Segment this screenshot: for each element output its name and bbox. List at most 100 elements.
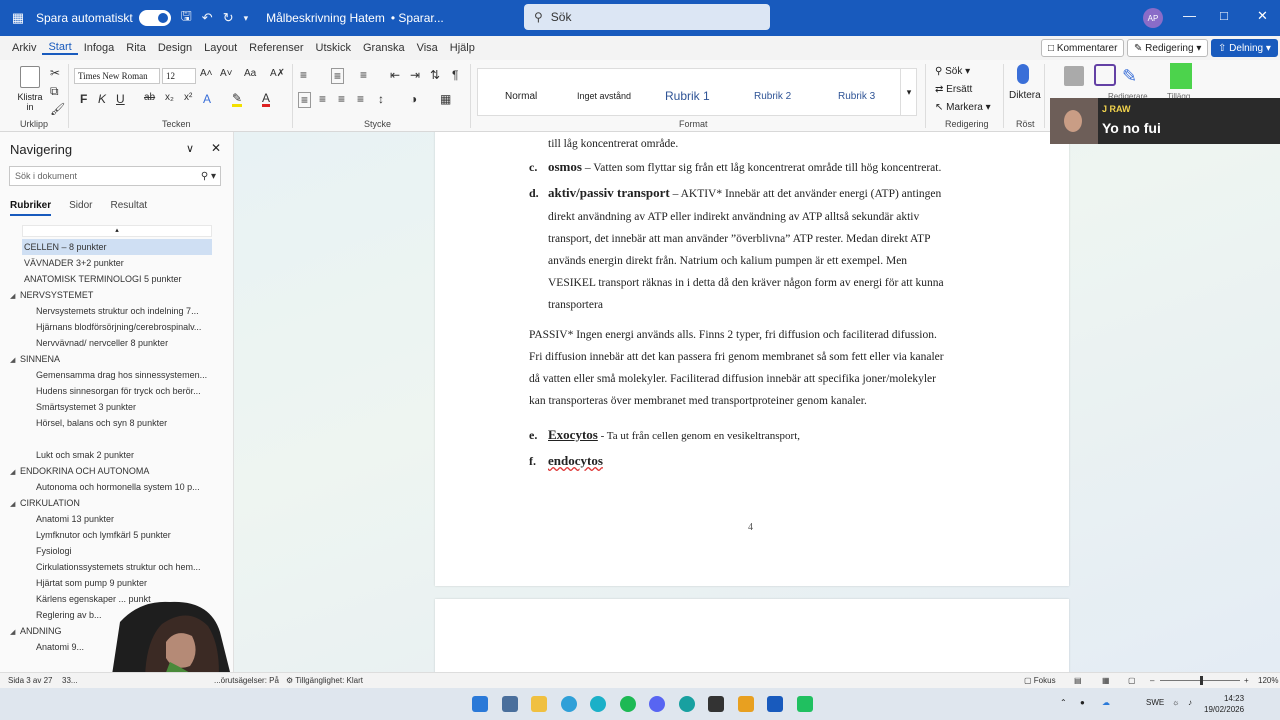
browser-icon[interactable] <box>679 696 695 712</box>
tab-arkiv[interactable]: Arkiv <box>6 42 42 54</box>
replace-button[interactable]: ⇄ Ersätt <box>935 84 972 95</box>
align-left-icon[interactable]: ≡ <box>298 92 312 108</box>
select-button[interactable]: ↖ Markera ▾ <box>935 102 991 113</box>
nav-search-input[interactable]: Sök i dokument ⚲ ▾ <box>9 166 221 186</box>
nav-heading-item[interactable]: Lukt och smak 2 punkter <box>36 447 212 463</box>
discord-icon[interactable] <box>649 696 665 712</box>
file-explorer-icon[interactable] <box>531 696 547 712</box>
clock[interactable]: 14:23 19/02/2026 <box>1204 693 1244 715</box>
title-search-input[interactable]: ⚲ Sök <box>524 4 770 30</box>
nav-heading-item[interactable]: Cirkulationssystemets struktur och hem..… <box>36 559 212 575</box>
outlook-icon[interactable] <box>561 696 577 712</box>
style-heading-3[interactable]: Rubrik 3 <box>838 91 875 102</box>
bold-icon[interactable]: F <box>80 92 87 106</box>
word-count[interactable]: 33... <box>62 676 78 685</box>
font-color-icon[interactable]: A <box>262 92 271 107</box>
change-case-icon[interactable]: Aa <box>244 68 256 79</box>
widgets-icon[interactable] <box>502 696 518 712</box>
nav-heading-item[interactable]: ◢ CIRKULATION <box>10 495 220 511</box>
paste-icon[interactable] <box>20 66 40 88</box>
align-right-icon[interactable]: ≡ <box>338 92 345 106</box>
avatar[interactable]: AP <box>1143 8 1163 28</box>
nav-heading-item[interactable]: Fysiologi <box>36 543 212 559</box>
redo-icon[interactable]: ↻ <box>223 10 234 26</box>
document-title[interactable]: Målbeskrivning Hatem <box>266 11 385 25</box>
zoom-level[interactable]: 120% <box>1258 676 1278 685</box>
style-no-spacing[interactable]: Inget avstånd <box>577 91 631 101</box>
justify-icon[interactable]: ≡ <box>357 92 364 106</box>
microphone-icon[interactable] <box>1017 64 1029 84</box>
nav-heading-item[interactable]: CELLEN – 8 punkter <box>22 239 212 255</box>
nav-heading-item[interactable]: Nervsystemets struktur och indelning 7..… <box>36 303 212 319</box>
tray-app-icon[interactable]: ● <box>1080 698 1085 707</box>
zoom-out-icon[interactable]: – <box>1150 676 1154 685</box>
find-button[interactable]: ⚲ Sök ▾ <box>935 66 970 77</box>
show-marks-icon[interactable]: ¶ <box>452 68 458 82</box>
borders-icon[interactable]: ▦ <box>440 92 451 106</box>
nav-heading-item[interactable]: Anatomi 13 punkter <box>36 511 212 527</box>
maximize-icon[interactable]: □ <box>1220 8 1228 23</box>
document-page-next[interactable] <box>435 599 1069 672</box>
nav-tab-headings[interactable]: Rubriker <box>10 200 52 216</box>
read-mode-icon[interactable]: ▤ <box>1074 676 1082 685</box>
tab-layout[interactable]: Layout <box>198 42 243 54</box>
style-normal[interactable]: Normal <box>505 91 537 102</box>
collapse-icon[interactable]: ◢ <box>10 625 20 639</box>
nav-heading-item[interactable]: Lymfknutor och lymfkärl 5 punkter <box>36 527 212 543</box>
onedrive-icon[interactable]: ☁ <box>1102 698 1110 707</box>
increase-indent-icon[interactable]: ⇥ <box>410 68 420 82</box>
nav-collapse-handle[interactable]: ▴ <box>22 225 212 237</box>
collapse-icon[interactable]: ◢ <box>10 465 20 479</box>
underline-icon[interactable]: U <box>116 92 125 106</box>
tab-hjalp[interactable]: Hjälp <box>444 42 481 54</box>
multilevel-list-icon[interactable]: ≡ <box>360 68 367 82</box>
nav-heading-item[interactable]: ANATOMISK TERMINOLOGI 5 punkter <box>14 271 224 287</box>
zoom-in-icon[interactable]: + <box>1244 676 1249 685</box>
app-icon[interactable] <box>738 696 754 712</box>
quick-access-more-icon[interactable]: ▾ <box>244 13 249 24</box>
spotify-icon[interactable] <box>620 696 636 712</box>
nav-heading-item[interactable]: Smärtsystemet 3 punkter <box>36 399 212 415</box>
collapse-icon[interactable]: ◢ <box>10 497 20 511</box>
nav-heading-item[interactable]: Gemensamma drag hos sinnessystemen... <box>36 367 212 383</box>
nav-heading-item[interactable]: ◢ ENDOKRINA OCH AUTONOMA <box>10 463 220 479</box>
zoom-slider-thumb[interactable] <box>1200 676 1203 685</box>
shading-icon[interactable]: ◑ <box>410 92 417 106</box>
search-icon[interactable]: ⚲ ▾ <box>201 171 216 182</box>
superscript-icon[interactable]: x² <box>184 92 192 103</box>
dictate-label[interactable]: Diktera <box>1009 90 1041 101</box>
align-center-icon[interactable]: ≡ <box>319 92 326 106</box>
close-icon[interactable]: ✕ <box>1257 8 1268 24</box>
paste-button-label[interactable]: Klistra in <box>14 92 46 112</box>
editor-icon[interactable] <box>1064 66 1084 86</box>
app-icon[interactable] <box>797 696 813 712</box>
numbering-icon[interactable]: ≡ <box>331 68 345 84</box>
decrease-indent-icon[interactable]: ⇤ <box>390 68 400 82</box>
highlight-icon[interactable]: ✎ <box>232 92 243 107</box>
collapse-icon[interactable]: ◢ <box>10 353 20 367</box>
tab-start[interactable]: Start <box>42 41 78 55</box>
styles-more-icon[interactable]: ▾ <box>900 69 917 115</box>
font-name-dropdown[interactable]: Times New Roman <box>74 68 160 84</box>
nav-heading-item[interactable]: Hudens sinnesorgan för tryck och berör..… <box>36 383 212 399</box>
nav-heading-item[interactable]: ◢ NERVSYSTEMET <box>10 287 220 303</box>
save-icon[interactable]: 🖫 <box>181 7 192 29</box>
nav-tab-pages[interactable]: Sidor <box>69 200 92 216</box>
nav-heading-item[interactable]: Hörsel, balans och syn 8 punkter <box>36 415 212 431</box>
start-icon[interactable] <box>472 696 488 712</box>
italic-icon[interactable]: K <box>98 92 106 106</box>
tab-utskick[interactable]: Utskick <box>310 42 357 54</box>
nav-options-icon[interactable]: ∨ <box>186 142 194 155</box>
strikethrough-icon[interactable]: ab <box>144 92 155 103</box>
text-predictions[interactable]: ...örutsägelser: På <box>214 676 279 685</box>
language-indicator[interactable]: SWE <box>1146 698 1164 707</box>
focus-mode[interactable]: ▢ Fokus <box>1024 676 1056 685</box>
nav-heading-item[interactable]: ◢ SINNENA <box>10 351 220 367</box>
shrink-font-icon[interactable]: A˅ <box>220 68 233 79</box>
print-layout-icon[interactable]: ▦ <box>1102 676 1110 685</box>
cut-icon[interactable]: ✂ <box>50 66 60 80</box>
minimize-icon[interactable]: — <box>1183 8 1196 23</box>
web-layout-icon[interactable]: ▢ <box>1128 676 1136 685</box>
clear-formatting-icon[interactable]: A✗ <box>270 68 285 79</box>
accessibility-status[interactable]: ⚙ Tillgänglighet: Klart <box>286 676 363 685</box>
